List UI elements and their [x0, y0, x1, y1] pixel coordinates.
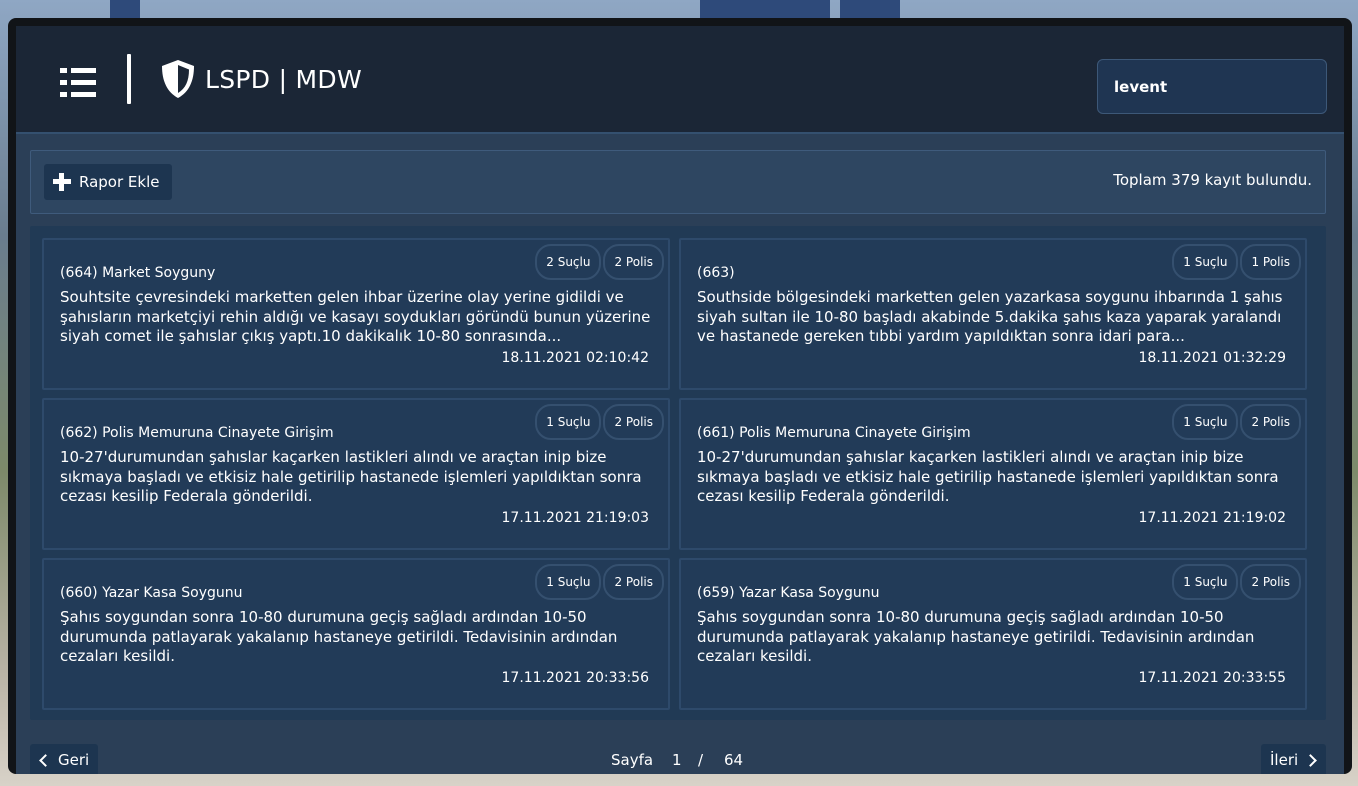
report-date: 17.11.2021 21:19:02 — [1138, 510, 1287, 526]
suspect-count-badge: 1 Suçlu — [535, 564, 602, 600]
police-count-badge: 2 Polis — [603, 404, 664, 440]
total-records-text: Toplam 379 kayıt bulundu. — [1113, 171, 1312, 189]
next-page-label: İleri — [1270, 751, 1299, 769]
background-scene — [840, 0, 900, 20]
report-title: (661) Polis Memuruna Cinayete Girişim — [697, 425, 971, 441]
report-badges: 1 Suçlu 2 Polis — [535, 564, 664, 600]
background-scene — [110, 0, 140, 20]
shield-icon — [162, 60, 194, 98]
suspect-count-badge: 1 Suçlu — [535, 404, 602, 440]
suspect-count-badge: 2 Suçlu — [535, 244, 602, 280]
report-date: 17.11.2021 21:19:03 — [501, 510, 650, 526]
report-date: 17.11.2021 20:33:56 — [501, 670, 650, 686]
chevron-right-icon — [1304, 753, 1318, 767]
report-card[interactable]: (664) Market Soyguny 2 Suçlu 2 Polis Sou… — [42, 238, 670, 390]
menu-list-icon[interactable] — [60, 68, 96, 98]
report-card[interactable]: (660) Yazar Kasa Soygunu 1 Suçlu 2 Polis… — [42, 558, 670, 710]
report-badges: 1 Suçlu 2 Polis — [535, 404, 664, 440]
report-badges: 1 Suçlu 1 Polis — [1172, 244, 1301, 280]
report-description: Şahıs soygundan sonra 10-80 durumuna geç… — [60, 608, 618, 665]
reports-toolbar: Rapor Ekle Toplam 379 kayıt bulundu. — [30, 150, 1326, 214]
police-count-badge: 1 Polis — [1240, 244, 1301, 280]
report-title: (659) Yazar Kasa Soygunu — [697, 585, 880, 601]
police-count-badge: 2 Polis — [603, 564, 664, 600]
prev-page-button[interactable]: Geri — [30, 744, 99, 774]
reports-content: Rapor Ekle Toplam 379 kayıt bulundu. (66… — [16, 132, 1344, 774]
report-date: 18.11.2021 01:32:29 — [1138, 350, 1287, 366]
police-count-badge: 2 Polis — [1240, 564, 1301, 600]
search-input[interactable] — [1097, 59, 1327, 114]
header-divider — [127, 54, 131, 104]
add-report-label: Rapor Ekle — [79, 173, 160, 191]
suspect-count-badge: 1 Suçlu — [1172, 244, 1239, 280]
police-count-badge: 2 Polis — [1240, 404, 1301, 440]
report-description: Şahıs soygundan sonra 10-80 durumuna geç… — [697, 608, 1255, 665]
page-label: Sayfa — [611, 751, 654, 769]
report-title: (662) Polis Memuruna Cinayete Girişim — [60, 425, 334, 441]
add-report-button[interactable]: Rapor Ekle — [44, 164, 172, 200]
current-page: 1 — [672, 751, 682, 769]
mdw-window: LSPD | MDW Rapor Ekle Toplam 379 kayıt b… — [8, 18, 1352, 774]
next-page-button[interactable]: İleri — [1261, 744, 1327, 774]
report-badges: 1 Suçlu 2 Polis — [1172, 564, 1301, 600]
report-badges: 2 Suçlu 2 Polis — [535, 244, 664, 280]
chevron-left-icon — [39, 753, 52, 767]
report-description: Souhtsite çevresindeki marketten gelen i… — [60, 288, 651, 345]
report-title: (660) Yazar Kasa Soygunu — [60, 585, 243, 601]
report-card[interactable]: (663) 1 Suçlu 1 Polis Southside bölgesin… — [679, 238, 1307, 390]
report-description: 10-27'durumundan şahıslar kaçarken lasti… — [60, 448, 642, 505]
report-badges: 1 Suçlu 2 Polis — [1172, 404, 1301, 440]
plus-icon — [52, 172, 72, 192]
header: LSPD | MDW — [16, 26, 1344, 132]
report-card[interactable]: (659) Yazar Kasa Soygunu 1 Suçlu 2 Polis… — [679, 558, 1307, 710]
report-title: (664) Market Soyguny — [60, 265, 216, 281]
report-card[interactable]: (661) Polis Memuruna Cinayete Girişim 1 … — [679, 398, 1307, 550]
report-date: 17.11.2021 20:33:55 — [1138, 670, 1287, 686]
suspect-count-badge: 1 Suçlu — [1172, 404, 1239, 440]
total-pages: 64 — [724, 751, 744, 769]
report-card[interactable]: (662) Polis Memuruna Cinayete Girişim 1 … — [42, 398, 670, 550]
prev-page-label: Geri — [58, 751, 90, 769]
report-description: 10-27'durumundan şahıslar kaçarken lasti… — [697, 448, 1279, 505]
brand: LSPD | MDW — [160, 59, 362, 99]
page-separator: / — [698, 751, 704, 769]
report-description: Southside bölgesindeki marketten gelen y… — [697, 288, 1283, 345]
suspect-count-badge: 1 Suçlu — [1172, 564, 1239, 600]
reports-grid: (664) Market Soyguny 2 Suçlu 2 Polis Sou… — [30, 226, 1326, 720]
background-scene — [700, 0, 830, 20]
report-title: (663) — [697, 265, 735, 281]
report-date: 18.11.2021 02:10:42 — [501, 350, 650, 366]
police-count-badge: 2 Polis — [603, 244, 664, 280]
app-title: LSPD | MDW — [205, 64, 362, 94]
